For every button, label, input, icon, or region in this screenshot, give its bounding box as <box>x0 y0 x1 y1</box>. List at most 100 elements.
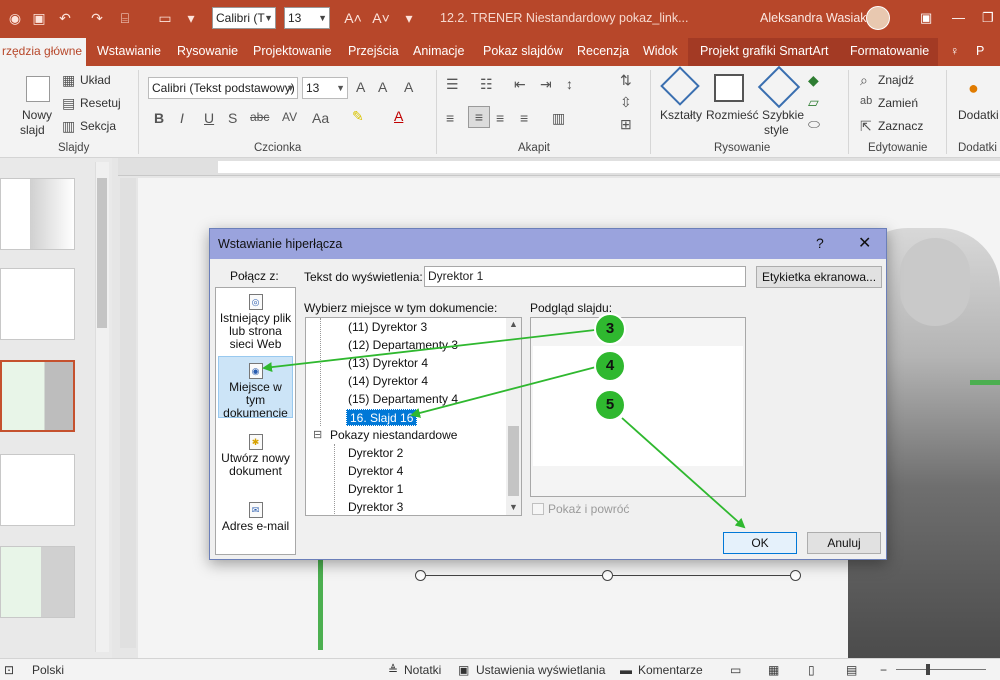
notes-icon[interactable]: ≜ <box>388 663 398 677</box>
tab-design[interactable]: Projektowanie <box>253 44 332 58</box>
italic-icon[interactable]: I <box>180 110 184 126</box>
tab-view[interactable]: Widok <box>643 44 678 58</box>
slideshow-view-icon[interactable]: ▤ <box>846 663 857 677</box>
bullets-icon[interactable]: ☰ <box>446 76 459 93</box>
decrease-indent-icon[interactable]: ⇤ <box>514 76 526 93</box>
font-size-combo[interactable]: 13 ▼ <box>302 77 348 99</box>
shape-effects-icon[interactable]: ⬭ <box>808 116 820 133</box>
strikethrough-icon[interactable]: abc <box>250 110 269 124</box>
section-button[interactable]: Sekcja <box>80 119 116 133</box>
customize-qat-icon[interactable]: ▾ <box>182 9 200 27</box>
resize-handle[interactable] <box>602 570 613 581</box>
link-email-address[interactable]: ✉ Adres e-mail <box>218 502 293 542</box>
text-direction-icon[interactable]: ⇅ <box>620 72 632 89</box>
tree-item[interactable]: Dyrektor 1 <box>348 481 403 498</box>
quick-styles-button-2[interactable]: style <box>764 123 789 137</box>
new-slide-icon[interactable] <box>26 76 50 102</box>
tab-draw[interactable]: Rysowanie <box>177 44 238 58</box>
lightbulb-icon[interactable]: ♀ <box>950 44 959 58</box>
user-name[interactable]: Aleksandra Wasiak <box>760 11 867 25</box>
show-and-return-checkbox[interactable] <box>532 503 544 515</box>
save-icon[interactable]: ▣ <box>30 9 48 27</box>
tab-home[interactable]: rzędzia główne <box>0 38 86 66</box>
dialog-title-bar[interactable]: Wstawianie hiperłącza ? ✕ <box>210 229 886 259</box>
format-painter-icon[interactable]: ⌸ <box>116 9 134 27</box>
shape-fill-icon[interactable]: ◆ <box>808 72 819 89</box>
comments-button[interactable]: Komentarze <box>638 663 703 677</box>
tab-transitions[interactable]: Przejścia <box>348 44 399 58</box>
close-icon[interactable]: ✕ <box>858 233 871 253</box>
quick-styles-button[interactable]: Szybkie <box>762 108 804 122</box>
vertical-ruler[interactable] <box>120 178 136 648</box>
autosave-icon[interactable]: ◉ <box>6 9 24 27</box>
tree-item[interactable]: (13) Dyrektor 4 <box>348 355 428 372</box>
replace-icon[interactable]: ab <box>860 95 872 107</box>
tree-item[interactable]: Dyrektor 2 <box>348 445 403 462</box>
minimize-icon[interactable]: — <box>952 10 965 25</box>
link-existing-file[interactable]: ◎ Istniejący plik lub strona sieci Web <box>218 294 293 352</box>
link-new-document[interactable]: ✱ Utwórz nowy dokument <box>218 434 293 482</box>
select-button[interactable]: Zaznacz <box>878 119 923 133</box>
accessibility-icon[interactable]: ⊡ <box>4 663 14 677</box>
tree-item[interactable]: Dyrektor 3 <box>348 499 403 515</box>
align-right-icon[interactable]: ≡ <box>496 110 504 126</box>
line-spacing-icon[interactable]: ↕ <box>566 76 573 92</box>
scrollbar-thumb[interactable] <box>97 178 107 328</box>
slide-thumbnail[interactable] <box>0 178 75 250</box>
qat-size-combo[interactable]: 13 ▼ <box>284 7 330 29</box>
arrange-button[interactable]: Rozmieść <box>706 108 759 122</box>
addins-icon[interactable]: ● <box>968 78 979 99</box>
slide-thumbnail-selected[interactable] <box>0 360 75 432</box>
shrink-font-icon[interactable]: A˅ <box>372 9 390 27</box>
shape-outline-icon[interactable]: ▱ <box>808 94 819 111</box>
zoom-out-icon[interactable]: − <box>880 663 887 677</box>
align-center-icon[interactable]: ≡ <box>468 106 490 128</box>
display-settings-button[interactable]: Ustawienia wyświetlania <box>476 663 605 677</box>
scroll-up-icon[interactable]: ▲ <box>509 319 518 329</box>
restore-icon[interactable]: ❐ <box>982 10 994 26</box>
reset-button[interactable]: Resetuj <box>80 96 121 110</box>
resize-handle[interactable] <box>790 570 801 581</box>
slide-thumbnail[interactable] <box>0 546 75 618</box>
select-icon[interactable]: ⇱ <box>860 118 872 135</box>
slide-thumbnail[interactable] <box>0 268 75 340</box>
font-name-combo[interactable]: Calibri (Tekst podstawowy) ▼ <box>148 77 298 99</box>
justify-icon[interactable]: ≡ <box>520 110 528 126</box>
tree-expander-icon[interactable]: ⊟ <box>313 427 322 444</box>
char-spacing-icon[interactable]: AV <box>282 110 297 124</box>
slide-sorter-icon[interactable]: ▦ <box>768 663 779 677</box>
display-text-input[interactable]: Dyrektor 1 <box>424 266 746 287</box>
tree-item-custom-shows[interactable]: Pokazy niestandardowe <box>330 427 457 444</box>
new-slide-label-2[interactable]: slajd <box>20 123 45 137</box>
addins-button[interactable]: Dodatki <box>958 108 999 122</box>
tree-item[interactable]: Dyrektor 4 <box>348 463 403 480</box>
tree-item[interactable]: (12) Departamenty 3 <box>348 337 458 354</box>
tab-smartart-design[interactable]: Projekt grafiki SmartArt <box>700 44 829 58</box>
cancel-button[interactable]: Anuluj <box>807 532 881 554</box>
tab-review[interactable]: Recenzja <box>577 44 629 58</box>
arrange-icon[interactable] <box>714 74 744 102</box>
align-left-icon[interactable]: ≡ <box>446 110 454 126</box>
scroll-down-icon[interactable]: ▼ <box>509 502 518 512</box>
underline-icon[interactable]: U <box>204 110 214 126</box>
tree-item[interactable]: (15) Departamenty 4 <box>348 391 458 408</box>
resize-handle[interactable] <box>415 570 426 581</box>
ribbon-display-icon[interactable]: ▣ <box>920 10 932 26</box>
ok-button[interactable]: OK <box>723 532 797 554</box>
clear-format-icon[interactable]: A <box>404 79 413 95</box>
zoom-slider[interactable] <box>896 669 986 670</box>
display-settings-icon[interactable]: ▣ <box>458 663 469 677</box>
shapes-button[interactable]: Kształty <box>660 108 702 122</box>
link-place-in-document[interactable]: ◉ Miejsce w tym dokumencie <box>218 356 293 420</box>
avatar[interactable] <box>866 6 890 30</box>
slide-thumbnail[interactable] <box>0 454 75 526</box>
shadow-icon[interactable]: S <box>228 110 237 126</box>
comments-icon[interactable]: ▬ <box>620 663 632 677</box>
tab-slideshow[interactable]: Pokaz slajdów <box>483 44 563 58</box>
normal-view-icon[interactable]: ▭ <box>730 663 741 677</box>
zoom-slider-thumb[interactable] <box>926 664 930 675</box>
qat-more-icon[interactable]: ▾ <box>400 9 418 27</box>
tab-insert[interactable]: Wstawianie <box>97 44 161 58</box>
increase-indent-icon[interactable]: ⇥ <box>540 76 552 93</box>
notes-button[interactable]: Notatki <box>404 663 441 677</box>
